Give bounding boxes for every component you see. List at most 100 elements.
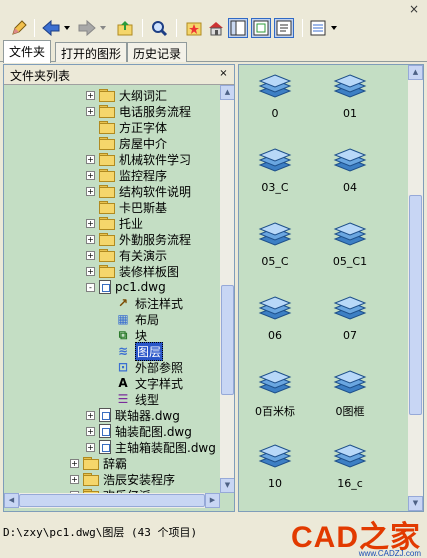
tree-item[interactable]: ▦ 布局 xyxy=(102,311,159,327)
tree-item[interactable]: ↗ 标注样式 xyxy=(102,295,183,311)
xref-icon: ⊡ xyxy=(117,360,129,374)
layer-item[interactable]: 01 xyxy=(320,71,380,141)
layer-item-label: 06 xyxy=(268,329,282,342)
hscroll-thumb[interactable] xyxy=(19,494,205,507)
expand-toggle[interactable]: + xyxy=(86,106,95,116)
tree-item[interactable]: + 有关演示 xyxy=(86,247,167,263)
tree-item[interactable]: + 轴装配图.dwg xyxy=(86,423,192,439)
scroll-up-button[interactable]: ▲ xyxy=(220,85,234,100)
forward-arrow-icon[interactable] xyxy=(76,18,108,38)
layer-item[interactable]: 10 xyxy=(245,441,305,511)
tree-vertical-scrollbar[interactable]: ▲ ▼ xyxy=(220,85,234,493)
up-folder-icon[interactable] xyxy=(114,18,136,38)
tree-item[interactable]: 卡巴斯基 xyxy=(86,199,167,215)
tree-item[interactable]: ⊡ 外部参照 xyxy=(102,359,183,375)
tree-item[interactable]: + 托业 xyxy=(86,215,143,231)
layer-stack-icon xyxy=(320,367,380,397)
layer-item[interactable]: 0 xyxy=(245,71,305,141)
expand-toggle[interactable]: + xyxy=(86,218,95,228)
layer-item[interactable]: 0图框 xyxy=(320,367,380,437)
tree-panel-close-button[interactable]: × xyxy=(217,67,230,80)
layer-stack-icon xyxy=(245,293,305,323)
layer-item[interactable]: 04 xyxy=(320,145,380,215)
preview-icon[interactable] xyxy=(251,18,271,38)
expand-toggle[interactable]: + xyxy=(86,154,95,164)
expand-toggle[interactable]: + xyxy=(86,426,95,436)
tree-item[interactable]: - pc1.dwg xyxy=(86,279,166,295)
search-icon[interactable] xyxy=(148,18,170,38)
tree-item[interactable]: ☰ 线型 xyxy=(102,391,159,407)
tree-item[interactable]: 房屋中介 xyxy=(86,135,167,151)
tree-item-label: 结构软件说明 xyxy=(119,184,192,199)
layer-item[interactable]: 0百米标 xyxy=(245,367,305,437)
layer-item-label: 05_C xyxy=(261,255,289,268)
tree-item[interactable]: ≋ 图层 xyxy=(102,341,164,361)
layer-stack-icon xyxy=(245,441,305,471)
toolbar xyxy=(0,16,427,40)
expand-toggle[interactable]: + xyxy=(86,90,95,100)
grid-scroll-thumb[interactable] xyxy=(409,195,422,415)
expand-toggle[interactable]: + xyxy=(86,234,95,244)
layer-item[interactable]: 07 xyxy=(320,293,380,363)
tree-item[interactable]: + 联轴器.dwg xyxy=(86,407,180,423)
expand-toggle[interactable]: + xyxy=(86,186,95,196)
expand-toggle[interactable]: + xyxy=(70,474,79,484)
folder-icon xyxy=(99,137,115,150)
tree-item[interactable]: + 监控程序 xyxy=(86,167,167,183)
tree-item[interactable]: + 外勤服务流程 xyxy=(86,231,191,247)
tab-history[interactable]: 历史记录 xyxy=(127,42,188,62)
layer-item[interactable]: 16_c xyxy=(320,441,380,511)
tab-open-drawings[interactable]: 打开的图形 xyxy=(55,42,128,62)
tree-item[interactable]: + 主轴箱装配图.dwg xyxy=(86,439,216,455)
tree-item-label: pc1.dwg xyxy=(115,280,166,294)
grid-vertical-scrollbar[interactable]: ▲ ▼ xyxy=(408,65,423,511)
folder-list-header: 文件夹列表 xyxy=(4,65,234,85)
expand-toggle[interactable]: + xyxy=(86,250,95,260)
description-icon[interactable] xyxy=(274,18,294,38)
scroll-right-button[interactable]: ▶ xyxy=(205,493,220,508)
layer-item[interactable]: 03_C xyxy=(245,145,305,215)
tree-item[interactable]: + 装修样板图 xyxy=(86,263,179,279)
grid-scroll-up-button[interactable]: ▲ xyxy=(408,65,423,80)
folder-tree[interactable]: + 大纲词汇 + 电话服务流程 方正字体 房屋中介 + 机械软件学习 + 监控程序 + 结构软件说明卡… xyxy=(4,85,220,493)
dwg-file-icon xyxy=(99,408,111,422)
tree-item[interactable]: + 辞霸 xyxy=(70,455,127,471)
folder-icon xyxy=(99,105,115,118)
tree-item-label: 外勤服务流程 xyxy=(119,232,192,247)
tree-toggle-icon[interactable] xyxy=(228,18,248,38)
tree-horizontal-scrollbar[interactable]: ◀ ▶ xyxy=(4,493,220,508)
tab-folders[interactable]: 文件夹 xyxy=(3,40,52,63)
tree-item[interactable]: + 电话服务流程 xyxy=(86,103,191,119)
home-icon[interactable] xyxy=(206,18,226,38)
collapse-toggle[interactable]: - xyxy=(86,282,95,292)
scroll-thumb[interactable] xyxy=(221,285,234,395)
scroll-left-button[interactable]: ◀ xyxy=(4,493,19,508)
tree-item[interactable]: 方正字体 xyxy=(86,119,167,135)
window-close-button[interactable]: × xyxy=(407,2,421,16)
tab-strip: 文件夹 打开的图形 历史记录 xyxy=(0,40,427,63)
tree-item-label: 机械软件学习 xyxy=(119,152,192,167)
layer-item[interactable]: 05_C xyxy=(245,219,305,289)
tree-item[interactable]: + 大纲词汇 xyxy=(86,87,167,103)
expand-toggle[interactable]: + xyxy=(86,442,95,452)
tree-item[interactable]: + 机械软件学习 xyxy=(86,151,191,167)
tree-item-label: 监控程序 xyxy=(119,168,168,183)
grid-scroll-down-button[interactable]: ▼ xyxy=(408,496,423,511)
tree-item[interactable]: + 浩辰安装程序 xyxy=(70,471,175,487)
expand-toggle[interactable]: + xyxy=(70,458,79,468)
expand-toggle[interactable]: + xyxy=(86,170,95,180)
scroll-down-button[interactable]: ▼ xyxy=(220,478,234,493)
favorites-icon[interactable] xyxy=(184,18,204,38)
tree-item[interactable]: + 结构软件说明 xyxy=(86,183,191,199)
views-icon[interactable] xyxy=(308,18,342,38)
tree-item[interactable]: A 文字样式 xyxy=(102,375,183,391)
dwg-file-icon xyxy=(99,280,111,294)
back-arrow-icon[interactable] xyxy=(40,18,72,38)
tree-item-label: 浩辰安装程序 xyxy=(103,472,176,487)
layer-item[interactable]: 05_C1 xyxy=(320,219,380,289)
layer-item[interactable]: 06 xyxy=(245,293,305,363)
expand-toggle[interactable]: + xyxy=(86,410,95,420)
expand-toggle[interactable]: + xyxy=(86,266,95,276)
folder-icon xyxy=(99,153,115,166)
pen-icon[interactable] xyxy=(8,18,30,38)
